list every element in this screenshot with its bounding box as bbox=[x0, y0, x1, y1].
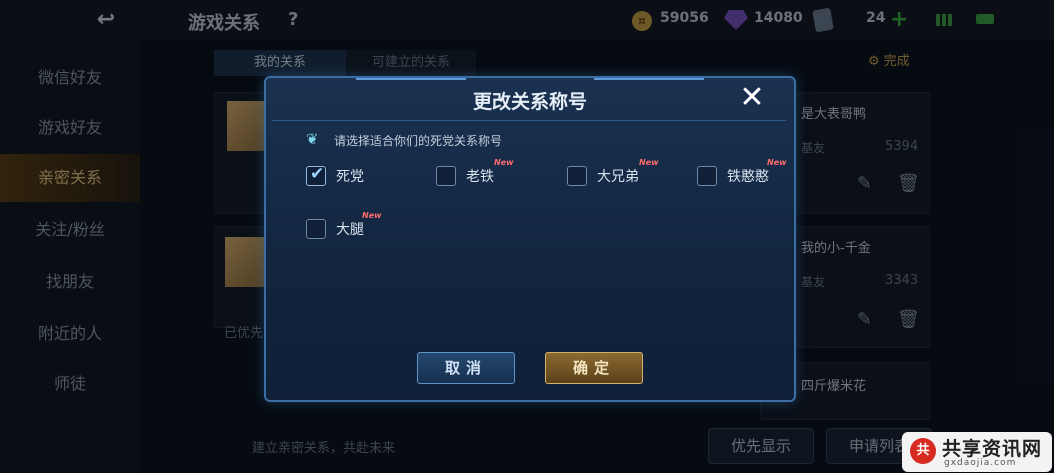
option-tiehanhan[interactable]: 铁憨憨 New bbox=[697, 158, 787, 188]
option-label: 铁憨憨 bbox=[727, 169, 769, 185]
confirm-button[interactable]: 确定 bbox=[545, 352, 643, 384]
header-decoration bbox=[356, 78, 466, 80]
lotus-icon: ❦ bbox=[306, 130, 319, 148]
checkbox[interactable] bbox=[436, 166, 456, 186]
option-label: 老铁 bbox=[466, 169, 494, 185]
new-badge: New bbox=[362, 211, 382, 220]
watermark-url: gxdaojia.com bbox=[944, 458, 1017, 468]
new-badge: New bbox=[639, 158, 659, 167]
checkbox[interactable]: ✔ bbox=[306, 164, 326, 186]
option-datui[interactable]: 大腿 New bbox=[306, 211, 406, 241]
option-label: 大兄弟 bbox=[597, 169, 639, 185]
change-title-dialog: 更改关系称号 ✕ ❦ 请选择适合你们的死党关系称号 ✔ 死党 老铁 New 大兄… bbox=[264, 76, 796, 402]
watermark-logo: 共 bbox=[910, 438, 936, 464]
option-daxiongdi[interactable]: 大兄弟 New bbox=[567, 158, 677, 188]
option-label: 大腿 bbox=[336, 222, 364, 238]
watermark: 共 共享资讯网 gxdaojia.com bbox=[902, 432, 1052, 472]
option-label: 死党 bbox=[336, 169, 364, 185]
dialog-title: 更改关系称号 bbox=[472, 91, 587, 113]
option-laotie[interactable]: 老铁 New bbox=[436, 158, 536, 188]
checkbox[interactable] bbox=[306, 219, 326, 239]
option-sidang[interactable]: ✔ 死党 bbox=[306, 164, 406, 188]
divider bbox=[272, 120, 786, 121]
checkbox[interactable] bbox=[697, 166, 717, 186]
dialog-header: 更改关系称号 ✕ bbox=[266, 78, 794, 120]
checkbox[interactable] bbox=[567, 166, 587, 186]
new-badge: New bbox=[767, 158, 787, 167]
header-decoration bbox=[594, 78, 704, 80]
new-badge: New bbox=[494, 158, 514, 167]
close-icon[interactable]: ✕ bbox=[736, 82, 768, 114]
check-icon: ✔ bbox=[310, 164, 325, 184]
watermark-title: 共享资讯网 bbox=[942, 438, 1043, 460]
cancel-button[interactable]: 取消 bbox=[417, 352, 515, 384]
hint-text: 请选择适合你们的死党关系称号 bbox=[334, 134, 503, 148]
